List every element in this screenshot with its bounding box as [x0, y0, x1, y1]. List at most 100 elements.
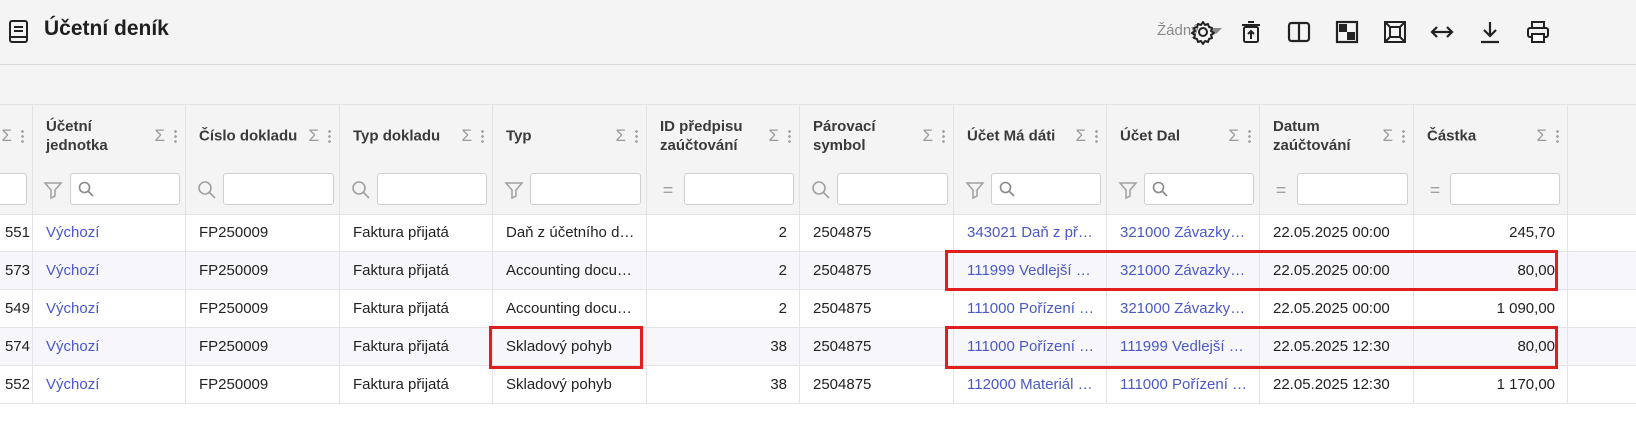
column-header-pair-symbol[interactable]: Párovací symbol Σ [800, 105, 954, 167]
funnel-icon[interactable] [965, 180, 985, 200]
cell-credit[interactable]: 321000 Závazky z obchodních vztahů [1107, 214, 1260, 252]
cell-rule-id: 2 [647, 214, 800, 252]
cell-pair-symbol: 2504875 [800, 366, 954, 404]
filter-input-debit[interactable] [991, 173, 1101, 205]
fit-icon [1384, 21, 1406, 43]
filter-input-amount[interactable] [1450, 173, 1560, 205]
filter-input-rule-id[interactable] [684, 173, 794, 205]
cell-unit[interactable]: Výchozí [33, 214, 186, 252]
delete-button[interactable] [1236, 17, 1266, 47]
download-button[interactable] [1475, 17, 1505, 47]
expand-width-button[interactable] [1427, 17, 1457, 47]
cell-debit[interactable]: 111000 Pořízení materiálu [954, 328, 1107, 366]
column-header-credit[interactable]: Účet Dal Σ [1107, 105, 1260, 167]
cell-unit[interactable]: Výchozí [33, 328, 186, 366]
cell-doc-number: FP250009 [186, 214, 340, 252]
cell-credit[interactable]: 321000 Závazky z obchodních vztahů [1107, 290, 1260, 328]
cell-credit[interactable]: 111000 Pořízení materiálu [1107, 366, 1260, 404]
column-header-amount[interactable]: Částka Σ [1414, 105, 1568, 167]
column-header-rule-id[interactable]: ID předpisu zaúčtování Σ [647, 105, 800, 167]
filter-cell-doc-number [186, 166, 340, 214]
cell-unit[interactable]: Výchozí [33, 252, 186, 290]
search-icon [78, 181, 94, 197]
cell-id: 573 [0, 252, 33, 290]
layout-button[interactable] [1332, 17, 1362, 47]
column-header-unit[interactable]: Účetní jednotka Σ [33, 105, 186, 167]
column-menu-icon[interactable] [174, 129, 177, 143]
column-header-type[interactable]: Typ Σ [493, 105, 647, 167]
sum-icon[interactable]: Σ [1075, 126, 1086, 146]
column-menu-icon[interactable] [635, 129, 638, 143]
filter-input-credit[interactable] [1144, 173, 1254, 205]
page-title: Účetní deník [44, 17, 169, 40]
cell-debit[interactable]: 343021 Daň z přidané hodnoty [954, 214, 1107, 252]
sum-icon[interactable]: Σ [768, 126, 779, 146]
table-row[interactable]: 573 Výchozí FP250009 Faktura přijatá Acc… [0, 252, 1636, 290]
equals-icon[interactable]: = [658, 180, 678, 200]
cell-unit[interactable]: Výchozí [33, 366, 186, 404]
filter-cell-unit [33, 166, 186, 214]
cell-date: 22.05.2025 12:30 [1260, 366, 1414, 404]
fit-button[interactable] [1380, 17, 1410, 47]
print-icon [1527, 21, 1549, 43]
cell-type: Daň z účetního dokladu [493, 214, 647, 252]
filter-input-date[interactable] [1297, 173, 1408, 205]
column-header-date[interactable]: Datum zaúčtování Σ [1260, 105, 1414, 167]
column-menu-icon[interactable] [942, 129, 945, 143]
column-menu-icon[interactable] [1402, 129, 1405, 143]
sum-icon[interactable]: Σ [1, 126, 12, 146]
filter-cell-debit [954, 166, 1107, 214]
sum-icon[interactable]: Σ [461, 126, 472, 146]
sum-icon[interactable]: Σ [308, 126, 319, 146]
columns-button[interactable] [1284, 17, 1314, 47]
equals-icon[interactable]: = [1271, 180, 1291, 200]
column-menu-icon[interactable] [21, 129, 24, 143]
column-menu-icon[interactable] [1095, 129, 1098, 143]
sum-icon[interactable]: Σ [154, 126, 165, 146]
column-header-doc-number[interactable]: Číslo dokladu Σ [186, 105, 340, 167]
cell-debit[interactable]: 112000 Materiál na skladě [954, 366, 1107, 404]
cell-credit[interactable]: 321000 Závazky z obchodních vztahů [1107, 252, 1260, 290]
filter-input-pair-symbol[interactable] [837, 173, 948, 205]
funnel-icon[interactable] [504, 180, 524, 200]
filter-cell-doc-type [340, 166, 493, 214]
filter-cell-type [493, 166, 647, 214]
filter-input-doc-number[interactable] [223, 173, 334, 205]
table-row[interactable]: 574 Výchozí FP250009 Faktura přijatá Skl… [0, 328, 1636, 366]
cell-credit[interactable]: 111999 Vedlejší pořizovací náklady [1107, 328, 1260, 366]
column-header-id[interactable]: Σ [0, 105, 33, 167]
cell-doc-type: Faktura přijatá [340, 214, 493, 252]
cell-doc-type: Faktura přijatá [340, 290, 493, 328]
sum-icon[interactable]: Σ [1536, 126, 1547, 146]
funnel-icon[interactable] [43, 180, 63, 200]
filter-cell-date: = [1260, 166, 1414, 214]
cell-unit[interactable]: Výchozí [33, 290, 186, 328]
sum-icon[interactable]: Σ [1228, 126, 1239, 146]
filter-input-unit[interactable] [70, 173, 180, 205]
column-menu-icon[interactable] [328, 129, 331, 143]
column-menu-icon[interactable] [481, 129, 484, 143]
sum-icon[interactable]: Σ [922, 126, 933, 146]
settings-button[interactable] [1188, 17, 1218, 47]
sum-icon[interactable]: Σ [1382, 126, 1393, 146]
sum-icon[interactable]: Σ [615, 126, 626, 146]
column-menu-icon[interactable] [1248, 129, 1251, 143]
funnel-icon[interactable] [1118, 180, 1138, 200]
filter-input-id[interactable] [0, 173, 27, 205]
cell-id: 549 [0, 290, 33, 328]
cell-debit[interactable]: 111000 Pořízení materiálu [954, 290, 1107, 328]
cell-type: Accounting document [493, 290, 647, 328]
toolbar-spacer [0, 65, 1636, 104]
filter-input-doc-type[interactable] [377, 173, 487, 205]
column-header-debit[interactable]: Účet Má dáti Σ [954, 105, 1107, 167]
column-header-doc-type[interactable]: Typ dokladu Σ [340, 105, 493, 167]
equals-icon[interactable]: = [1425, 180, 1445, 200]
print-button[interactable] [1523, 17, 1553, 47]
column-menu-icon[interactable] [1556, 129, 1559, 143]
column-menu-icon[interactable] [788, 129, 791, 143]
table-row[interactable]: 549 Výchozí FP250009 Faktura přijatá Acc… [0, 290, 1636, 328]
table-row[interactable]: 551 Výchozí FP250009 Faktura přijatá Daň… [0, 214, 1636, 252]
table-row[interactable]: 552 Výchozí FP250009 Faktura přijatá Skl… [0, 366, 1636, 404]
filter-input-type[interactable] [530, 173, 641, 205]
cell-debit[interactable]: 111999 Vedlejší pořizovací náklady [954, 252, 1107, 290]
